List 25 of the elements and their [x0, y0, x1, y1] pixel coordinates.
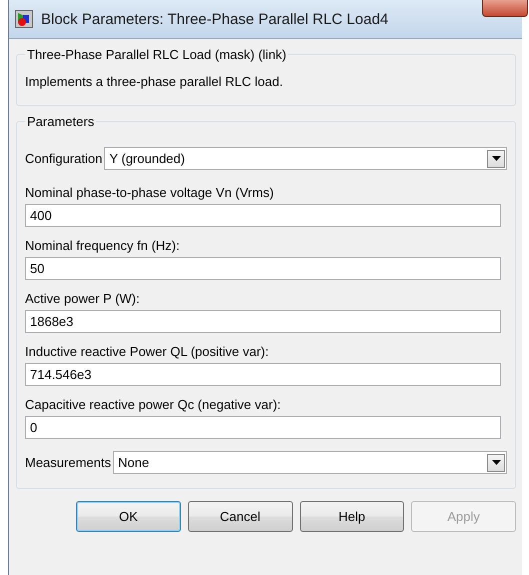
- group-title: Three-Phase Parallel RLC Load (mask) (link): [26, 47, 288, 62]
- dialog-button[interactable]: OK: [76, 501, 181, 532]
- dialog-button[interactable]: Cancel: [188, 501, 292, 532]
- input-field[interactable]: 714.546e3: [25, 363, 501, 386]
- dialog-button[interactable]: Help: [300, 501, 404, 532]
- input-field[interactable]: 1868e3: [25, 310, 501, 333]
- window-title: Block Parameters: Three-Phase Parallel RLC Load4: [41, 10, 388, 28]
- input-field[interactable]: 0: [25, 416, 501, 439]
- dropdown-arrow-icon: [492, 460, 500, 465]
- field-label: Capacitive reactive power Qc (negative var):: [25, 396, 282, 414]
- field-label: Configuration: [25, 151, 102, 166]
- field-label: Inductive reactive Power QL (positive var):: [25, 343, 270, 361]
- input-field[interactable]: 400: [25, 204, 501, 227]
- group-title: Parameters: [26, 114, 96, 129]
- close-button[interactable]: [482, 0, 528, 17]
- field-label: Nominal frequency fn (Hz):: [25, 237, 181, 255]
- block-icon: [15, 10, 33, 28]
- input-field[interactable]: 50: [25, 257, 501, 280]
- dropdown[interactable]: Y (grounded): [104, 147, 507, 170]
- dropdown[interactable]: None: [112, 451, 507, 474]
- field-label: Nominal phase-to-phase voltage Vn (Vrms): [25, 184, 275, 202]
- field-label: Active power P (W):: [25, 290, 141, 308]
- description-text: Implements a three-phase parallel RLC load.: [25, 73, 284, 91]
- dropdown-arrow-icon: [492, 156, 500, 161]
- field-label: Measurements: [25, 455, 111, 470]
